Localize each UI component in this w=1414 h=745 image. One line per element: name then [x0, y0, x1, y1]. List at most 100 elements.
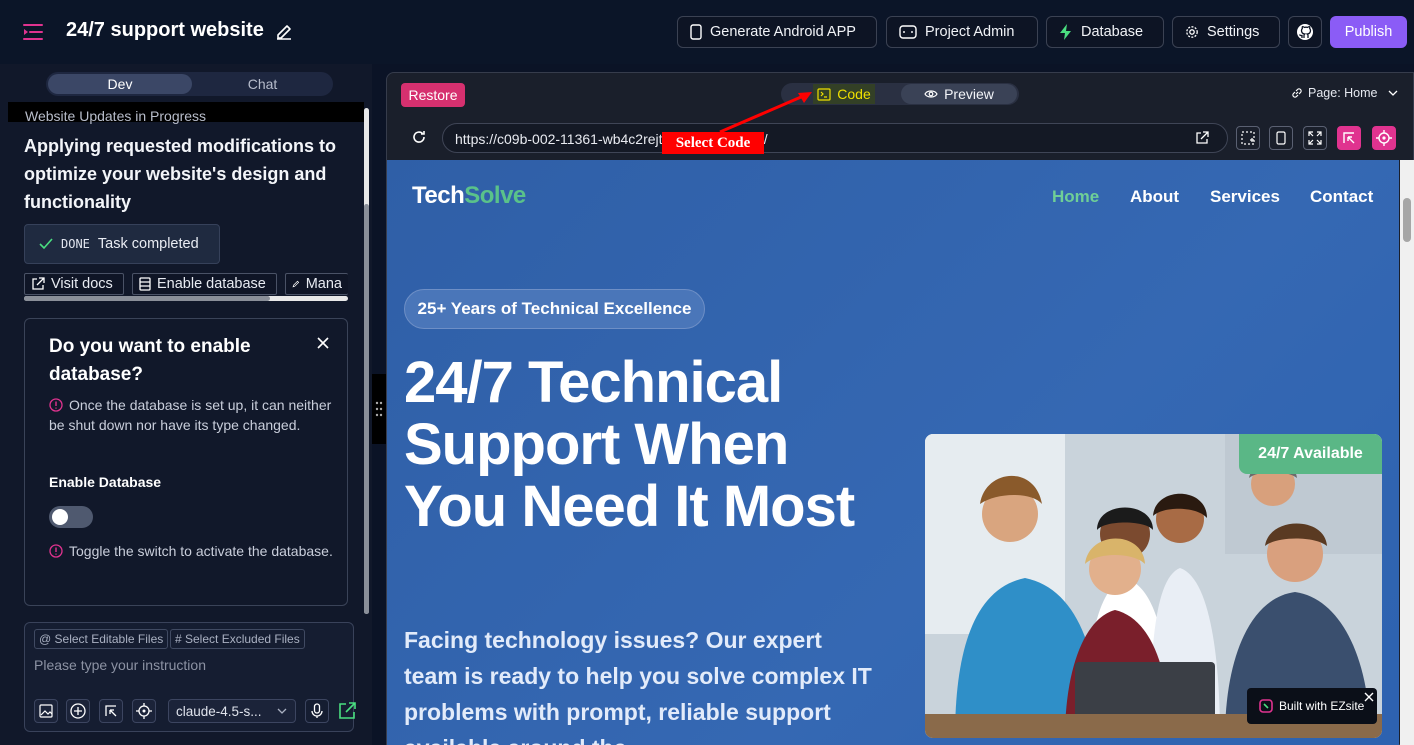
availability-badge: 24/7 Available — [1239, 434, 1382, 474]
voice-input-button[interactable] — [305, 699, 329, 723]
hero-title: 24/7 Technical Support When You Need It … — [404, 350, 855, 539]
enable-database-label: Enable Database — [49, 474, 162, 490]
reload-icon[interactable] — [411, 129, 427, 145]
microphone-icon — [311, 703, 323, 718]
select-editable-files-chip[interactable]: @ Select Editable Files — [34, 629, 169, 649]
scrollbar-thumb[interactable] — [24, 296, 270, 301]
chevron-down-icon — [277, 708, 287, 714]
dialog-title: Do you want to enable database? — [49, 336, 251, 385]
open-in-new-tab-icon[interactable] — [1195, 131, 1209, 145]
nav-home[interactable]: Home — [1052, 187, 1099, 207]
publish-button[interactable]: Publish — [1330, 16, 1407, 48]
built-with-ezsite-badge[interactable]: Built with EZsite — [1247, 688, 1377, 724]
settings-button[interactable]: Settings — [1172, 16, 1280, 48]
eye-icon — [924, 90, 938, 98]
drag-handle-icon — [375, 401, 383, 417]
alert-icon — [49, 398, 63, 412]
page-selector[interactable]: Page: Home — [1291, 86, 1398, 100]
fullscreen-icon — [1308, 131, 1322, 145]
area-select-icon — [1241, 131, 1255, 145]
admin-panel-icon — [899, 25, 917, 39]
site-logo[interactable]: TechSolve — [412, 182, 526, 210]
hero-description: Facing technology issues? Our expert tea… — [404, 627, 872, 745]
database-icon — [139, 277, 151, 291]
tab-preview[interactable]: Preview — [901, 84, 1017, 104]
done-text: Task completed — [97, 236, 199, 252]
target-tool[interactable] — [1372, 126, 1396, 150]
project-admin-button[interactable]: Project Admin — [886, 16, 1038, 48]
instruction-input[interactable] — [34, 657, 344, 673]
warning-row: Once the database is set up, it can neit… — [49, 397, 332, 433]
github-icon — [1297, 24, 1313, 40]
github-button[interactable] — [1288, 16, 1322, 48]
experience-badge: 25+ Years of Technical Excellence — [404, 289, 705, 329]
select-excluded-files-chip[interactable]: # Select Excluded Files — [170, 629, 305, 649]
nav-services[interactable]: Services — [1210, 187, 1280, 207]
left-panel: Dev Chat Website Updates in Progress App… — [0, 64, 372, 745]
left-panel-scrollbar[interactable] — [364, 108, 369, 614]
quick-actions-scrollbar[interactable] — [24, 296, 348, 301]
send-icon[interactable] — [337, 701, 357, 721]
panel-resize-handle[interactable] — [372, 374, 386, 444]
website-preview: TechSolve Home About Services Contact 25… — [387, 160, 1399, 745]
chevron-down-icon — [1389, 90, 1398, 96]
tab-code[interactable]: Code — [813, 84, 875, 104]
plus-circle-icon — [70, 703, 86, 719]
target-button[interactable] — [132, 699, 156, 723]
close-icon[interactable] — [315, 335, 331, 351]
screenshot-select-tool[interactable] — [1236, 126, 1260, 150]
add-button[interactable] — [66, 699, 90, 723]
cursor-select-icon — [1343, 132, 1355, 144]
scrollbar-thumb[interactable] — [364, 204, 369, 614]
hint-row: Toggle the switch to activate the databa… — [49, 541, 339, 561]
phone-icon — [1276, 131, 1286, 145]
select-element-button[interactable] — [99, 699, 123, 723]
instruction-box: @ Select Editable Files # Select Exclude… — [24, 622, 357, 732]
select-element-tool[interactable] — [1337, 126, 1361, 150]
url-bar[interactable]: https://c09b-002-11361-wb4c2rejternal.ea… — [442, 123, 1228, 153]
progress-message: Applying requested modifications to opti… — [24, 136, 337, 212]
task-status: DONE Task completed — [24, 224, 220, 264]
tab-dev[interactable]: Dev — [48, 74, 192, 94]
manage-quick-button[interactable]: Mana — [285, 273, 348, 295]
done-label: DONE — [61, 237, 90, 251]
edit-title-icon[interactable] — [274, 21, 294, 41]
generate-android-app-button[interactable]: Generate Android APP — [677, 16, 877, 48]
image-icon — [39, 704, 53, 718]
phone-icon — [690, 24, 702, 40]
fullscreen-tool[interactable] — [1303, 126, 1327, 150]
cursor-select-icon — [105, 705, 117, 717]
close-icon[interactable] — [1363, 691, 1375, 703]
scrollbar-thumb[interactable] — [1403, 198, 1411, 242]
tab-chat[interactable]: Chat — [194, 74, 331, 94]
gear-icon — [1186, 26, 1198, 38]
sidebar-toggle-icon[interactable] — [22, 22, 44, 42]
check-icon — [39, 238, 53, 250]
toggle-knob — [52, 509, 68, 525]
enable-database-quick-button[interactable]: Enable database — [132, 273, 277, 295]
pencil-icon — [292, 280, 300, 288]
nav-about[interactable]: About — [1130, 187, 1179, 207]
restore-button[interactable]: Restore — [401, 83, 465, 107]
visit-docs-button[interactable]: Visit docs — [24, 273, 124, 295]
mobile-view-tool[interactable] — [1269, 126, 1293, 150]
external-link-icon — [32, 277, 45, 290]
lightning-icon — [1060, 24, 1071, 40]
ezsite-logo-icon — [1259, 699, 1273, 713]
upload-image-button[interactable] — [34, 699, 58, 723]
enable-database-toggle[interactable] — [49, 506, 93, 528]
annotation-arrow — [719, 92, 812, 134]
project-title: 24/7 support website — [66, 19, 264, 41]
nav-contact[interactable]: Contact — [1310, 187, 1373, 207]
crosshair-icon — [1376, 130, 1392, 146]
update-banner: Website Updates in Progress — [8, 102, 364, 124]
top-bar: 24/7 support website Generate Android AP… — [0, 0, 1414, 64]
enable-database-dialog: Do you want to enable database? Once the… — [24, 318, 348, 606]
database-button[interactable]: Database — [1046, 16, 1164, 48]
update-banner-text: Website Updates in Progress — [25, 108, 207, 124]
crosshair-icon — [136, 703, 152, 719]
link-icon — [1292, 88, 1302, 98]
alert-icon — [49, 544, 63, 558]
preview-scrollbar[interactable] — [1400, 160, 1414, 745]
model-select[interactable]: claude-4.5-s... — [168, 699, 296, 723]
